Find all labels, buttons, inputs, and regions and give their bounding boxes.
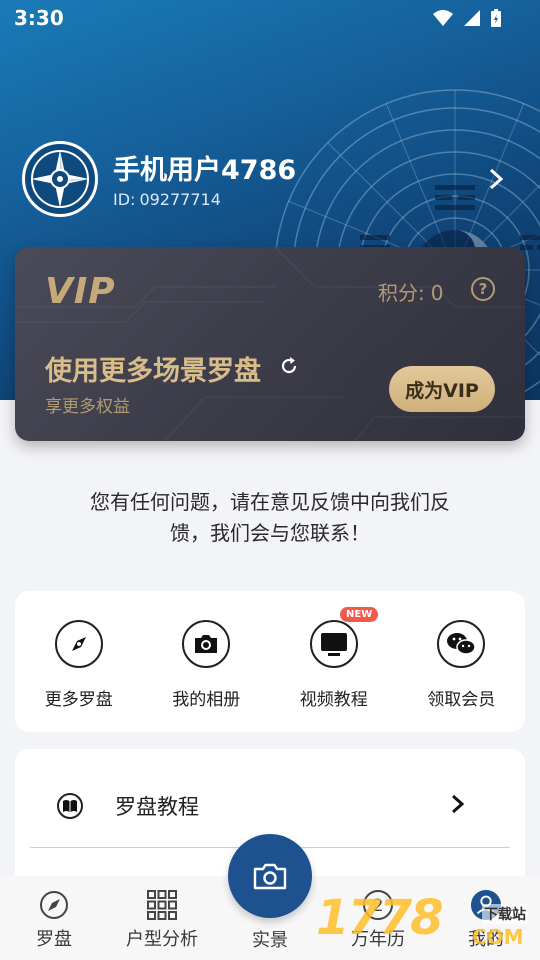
points-label: 积分: <box>378 281 425 305</box>
status-bar: 3:30 <box>0 0 540 36</box>
menu-item-compass-tutorial[interactable]: 罗盘教程 <box>15 779 525 831</box>
tab-label: 罗盘 <box>36 929 72 950</box>
tab-compass[interactable]: 罗盘 <box>4 876 104 960</box>
vip-title: 使用更多场景罗盘 <box>45 356 261 387</box>
new-badge: NEW <box>340 607 379 622</box>
feedback-line-1: 您有任何问题，请在意见反馈中向我们反 <box>90 490 450 514</box>
quick-action-more-compass[interactable]: 更多罗盘 <box>15 591 143 732</box>
help-icon[interactable]: ? <box>471 277 495 301</box>
watermark-logo: 1778 <box>316 890 444 946</box>
camera-icon <box>182 620 231 668</box>
vip-card[interactable]: VIP 积分: 0 ? 使用更多场景罗盘 享更多权益 成为VIP <box>15 247 525 441</box>
status-time: 3:30 <box>14 6 64 30</box>
points-value: 0 <box>430 281 444 305</box>
wechat-icon <box>437 620 486 668</box>
live-view-camera-button[interactable] <box>228 834 312 918</box>
compass-avatar-icon <box>31 150 89 208</box>
user-name[interactable]: 手机用户4786 <box>113 148 296 187</box>
quick-action-label: 我的相册 <box>172 690 241 710</box>
feedback-message: 您有任何问题，请在意见反馈中向我们反 馈，我们会与您联系！ <box>30 487 510 549</box>
become-vip-button[interactable]: 成为VIP <box>389 366 495 412</box>
signal-icon <box>464 10 480 26</box>
quick-action-my-album[interactable]: 我的相册 <box>143 591 271 732</box>
quick-actions-card: 更多罗盘 我的相册 视频教程 NEW 领取会员 <box>15 591 525 732</box>
quick-action-label: 领取会员 <box>427 690 496 710</box>
watermark-text: 下载站 <box>482 904 528 924</box>
book-icon <box>57 793 83 819</box>
points-display: 积分: 0 <box>378 277 443 306</box>
tab-label-live-view: 实景 <box>252 930 288 951</box>
refresh-icon[interactable] <box>278 355 300 377</box>
battery-icon <box>491 9 501 27</box>
vip-logo: VIP <box>45 271 116 312</box>
feedback-line-2: 馈，我们会与您联系！ <box>170 521 370 545</box>
user-id-value: 09277714 <box>139 190 221 209</box>
menu-item-label: 罗盘教程 <box>115 795 199 819</box>
avatar[interactable] <box>22 141 98 217</box>
compass-icon <box>38 889 70 921</box>
tv-icon <box>309 620 358 668</box>
user-id: ID: 09277714 <box>113 190 221 209</box>
tab-floorplan-analysis[interactable]: 户型分析 <box>112 876 212 960</box>
chevron-right-icon[interactable] <box>484 166 508 192</box>
quick-action-label: 更多罗盘 <box>44 690 113 710</box>
quick-action-video-tutorial[interactable]: 视频教程 NEW <box>270 591 398 732</box>
quick-action-get-membership[interactable]: 领取会员 <box>398 591 526 732</box>
watermark-com: COM <box>472 925 524 949</box>
wifi-icon <box>433 10 453 26</box>
quick-action-label: 视频教程 <box>299 690 368 710</box>
user-id-prefix: ID: <box>113 190 136 209</box>
chevron-right-icon <box>452 794 465 814</box>
tab-label: 户型分析 <box>126 929 198 950</box>
vip-subtitle: 享更多权益 <box>45 397 130 417</box>
camera-icon <box>253 863 287 890</box>
grid-icon <box>146 889 178 921</box>
compass-icon <box>54 620 103 668</box>
